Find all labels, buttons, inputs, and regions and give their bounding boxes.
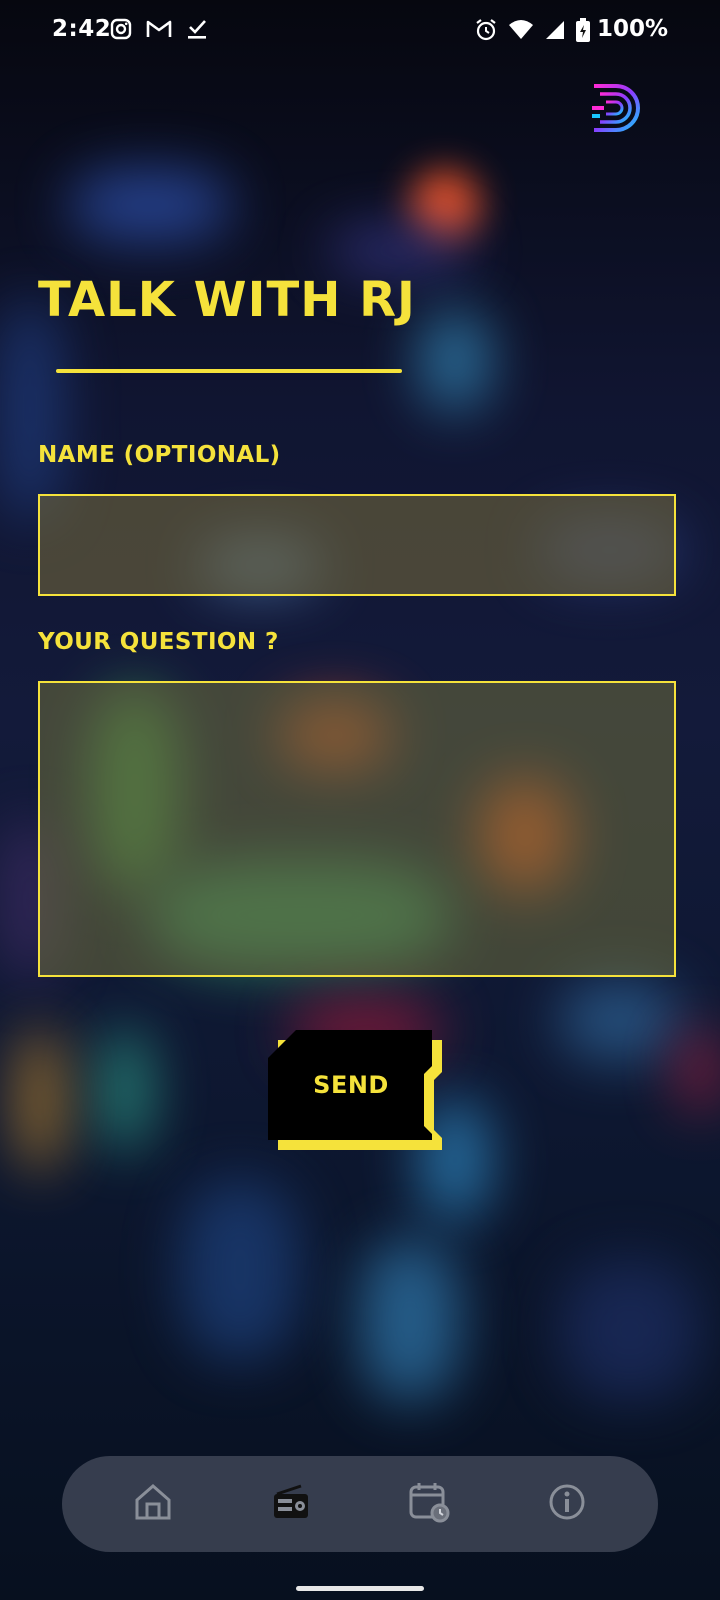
wifi-icon [508, 19, 534, 45]
check-download-icon [186, 18, 208, 44]
gmail-icon [146, 18, 172, 44]
nav-home[interactable] [123, 1474, 183, 1534]
title-underline [56, 369, 402, 373]
question-textarea[interactable] [38, 681, 676, 977]
gesture-handle[interactable] [296, 1586, 424, 1591]
question-label: YOUR QUESTION ? [38, 629, 279, 655]
send-button-label: SEND [313, 1071, 389, 1099]
battery-icon [576, 18, 590, 46]
app-logo [590, 80, 646, 136]
alarm-icon [474, 18, 498, 46]
nav-radio[interactable] [261, 1474, 321, 1534]
nav-info[interactable] [537, 1474, 597, 1534]
signal-icon [544, 19, 566, 45]
name-label: NAME (OPTIONAL) [38, 442, 281, 468]
schedule-icon [408, 1481, 450, 1527]
status-bar: 2:42 100% [0, 0, 720, 64]
home-icon [133, 1482, 173, 1526]
status-time: 2:42 [52, 16, 112, 42]
send-button[interactable]: SEND [268, 1030, 444, 1150]
info-icon [547, 1482, 587, 1526]
page-title: TALK WITH RJ [38, 272, 416, 328]
battery-percentage: 100% [596, 16, 668, 42]
bottom-navigation [62, 1456, 658, 1552]
radio-icon [271, 1482, 311, 1526]
nav-schedule[interactable] [399, 1474, 459, 1534]
name-input[interactable] [38, 494, 676, 596]
instagram-icon [110, 18, 132, 44]
